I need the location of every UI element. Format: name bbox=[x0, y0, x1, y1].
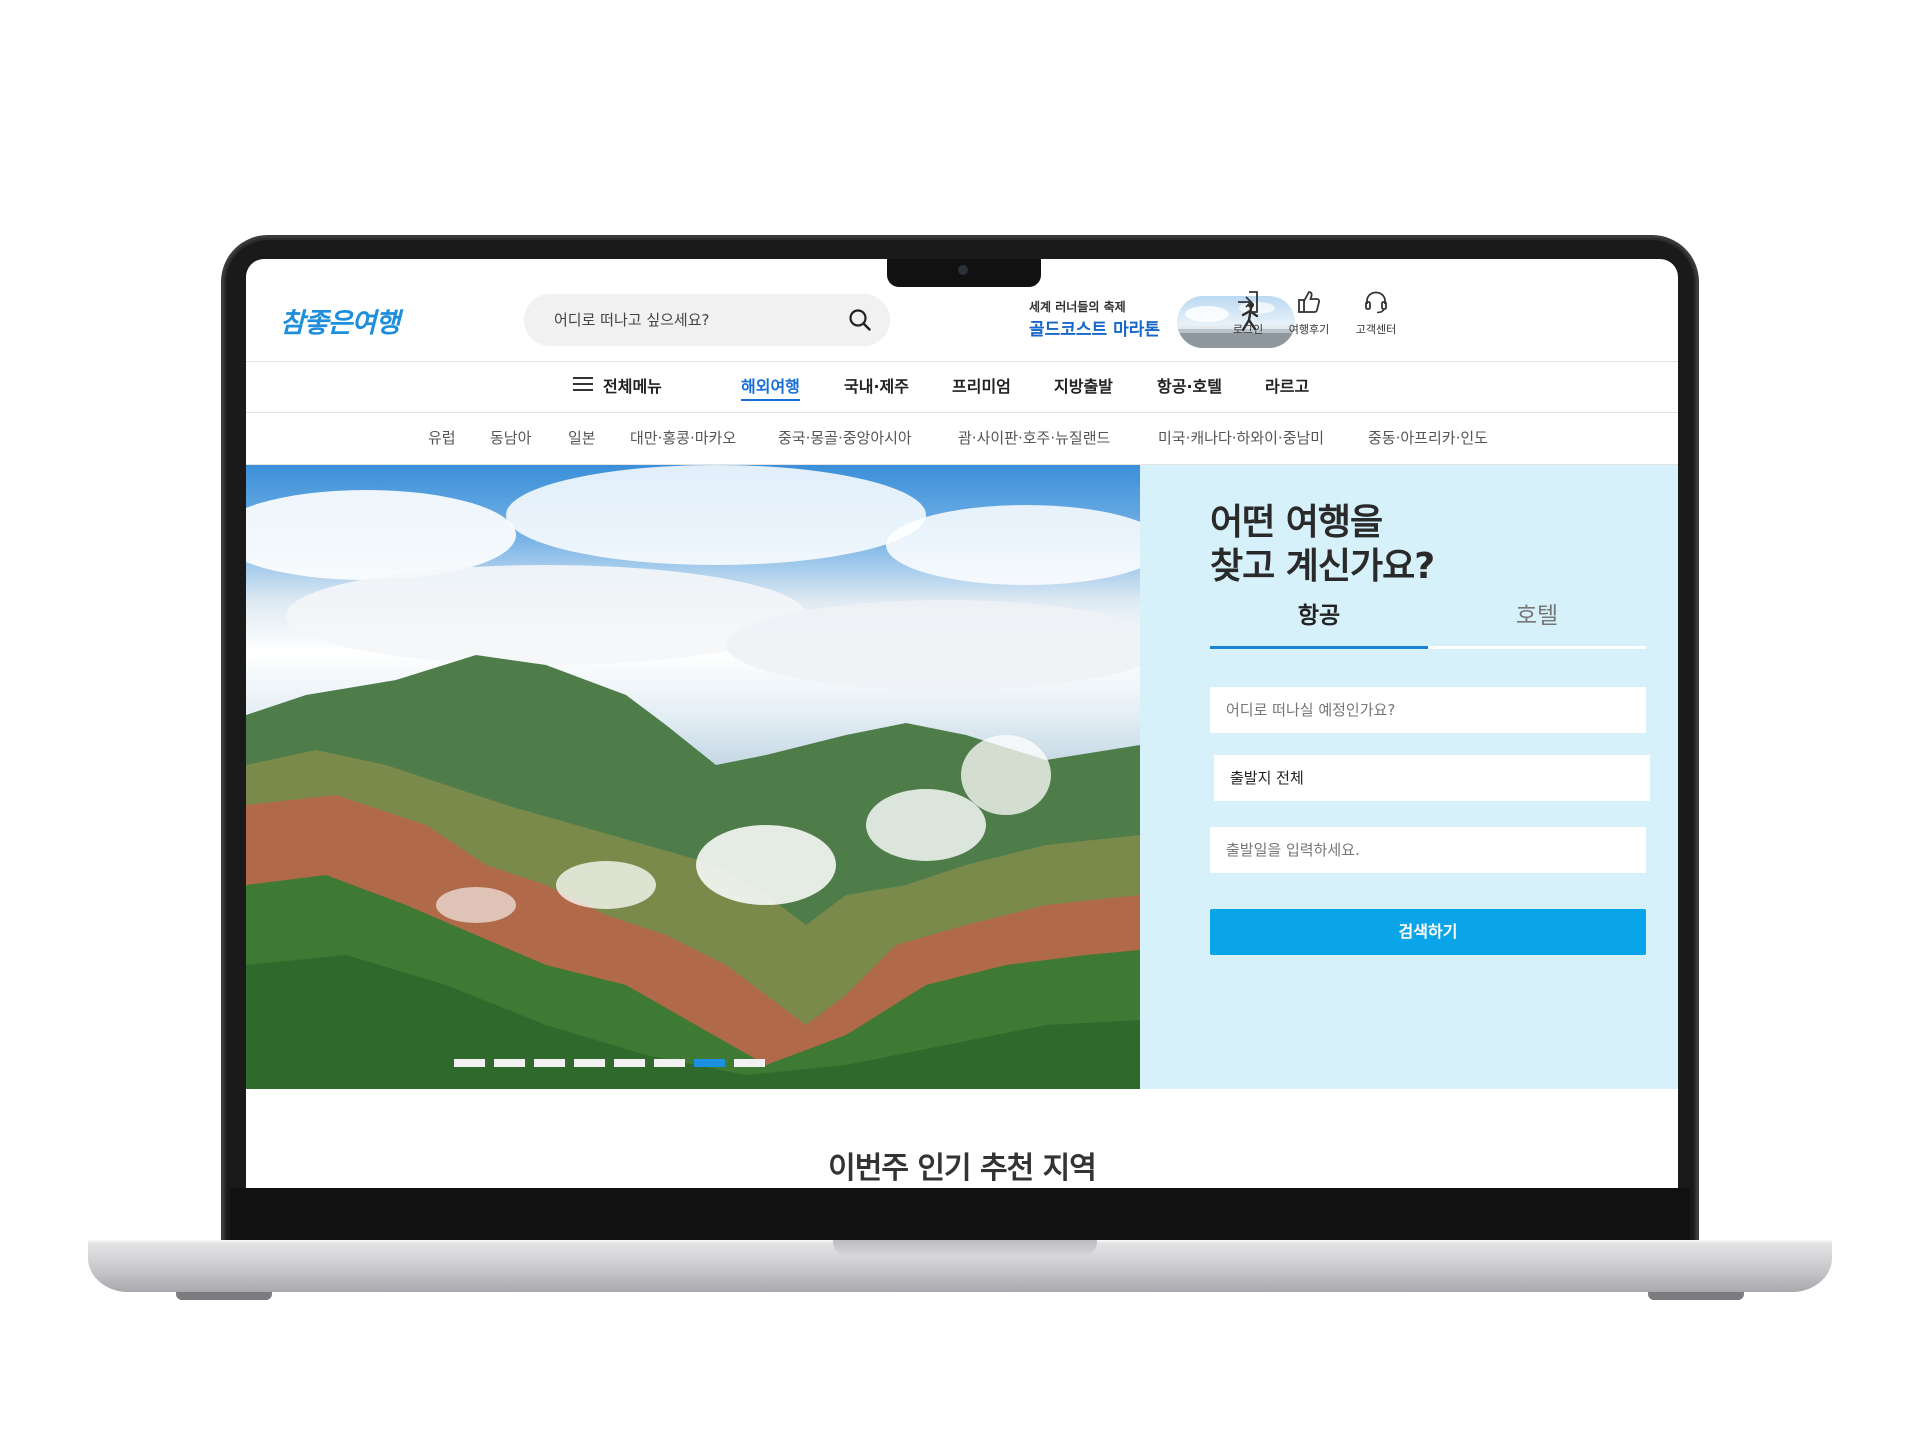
departure-date-input[interactable] bbox=[1210, 827, 1646, 873]
region-americas-hawaii[interactable]: 미국·캐나다·하와이·중남미 bbox=[1158, 413, 1324, 464]
region-southeast-asia[interactable]: 동남아 bbox=[490, 413, 531, 464]
reviews-link[interactable]: 여행후기 bbox=[1279, 287, 1339, 337]
region-middleeast-africa-india[interactable]: 중동·아프리카·인도 bbox=[1368, 413, 1488, 464]
carousel-dot[interactable] bbox=[494, 1059, 525, 1067]
tab-flight[interactable]: 항공 bbox=[1210, 599, 1428, 649]
section-title: 이번주 인기 추천 지역 bbox=[828, 1151, 1097, 1186]
carousel-dot[interactable] bbox=[534, 1059, 565, 1067]
laptop-foot-right bbox=[1648, 1292, 1744, 1300]
search-tabs: 항공 호텔 bbox=[1210, 599, 1646, 649]
laptop-foot-left bbox=[176, 1292, 272, 1300]
carousel-dot[interactable] bbox=[614, 1059, 645, 1067]
laptop-bezel-bottom bbox=[230, 1188, 1690, 1240]
nav-domestic-jeju[interactable]: 국내·제주 bbox=[844, 362, 909, 412]
all-menu-button[interactable]: 전체메뉴 bbox=[573, 362, 662, 412]
nav-overseas[interactable]: 해외여행 bbox=[741, 362, 800, 412]
nav-local-departure[interactable]: 지방출발 bbox=[1054, 362, 1113, 412]
tab-hotel[interactable]: 호텔 bbox=[1428, 599, 1646, 649]
carousel-dot[interactable] bbox=[734, 1059, 765, 1067]
login-label: 로그인 bbox=[1232, 323, 1264, 336]
region-guam-saipan-australia-nz[interactable]: 괌·사이판·호주·뉴질랜드 bbox=[958, 413, 1110, 464]
promo-subtitle: 세계 러너들의 축제 bbox=[1029, 300, 1126, 314]
search-button[interactable]: 검색하기 bbox=[1210, 909, 1646, 955]
headset-icon bbox=[1346, 287, 1406, 317]
departure-select[interactable]: 출발지 전체 bbox=[1214, 755, 1650, 801]
search-icon[interactable] bbox=[846, 306, 874, 334]
carousel-indicators bbox=[454, 1059, 765, 1067]
site-search bbox=[524, 294, 890, 346]
nav-largo[interactable]: 라르고 bbox=[1265, 362, 1309, 412]
laptop-screen: 참좋은여행 세계 러너들의 축제 골드코스트 마라톤 로그인 bbox=[246, 259, 1678, 1188]
main-nav: 전체메뉴 해외여행 국내·제주 프리미엄 지방출발 항공·호텔 라르고 bbox=[246, 362, 1678, 412]
carousel-dot[interactable] bbox=[454, 1059, 485, 1067]
region-nav: 유럽 동남아 일본 대만·홍콩·마카오 중국·몽골·중앙아시아 괌·사이판·호주… bbox=[246, 413, 1678, 464]
region-europe[interactable]: 유럽 bbox=[428, 413, 456, 464]
nav-premium[interactable]: 프리미엄 bbox=[952, 362, 1011, 412]
camera-lens bbox=[958, 265, 968, 275]
thumbs-up-icon bbox=[1279, 287, 1339, 317]
panel-title: 어떤 여행을 찾고 계신가요? bbox=[1210, 502, 1435, 587]
all-menu-label: 전체메뉴 bbox=[603, 377, 662, 396]
login-link[interactable]: 로그인 bbox=[1218, 287, 1278, 337]
login-icon bbox=[1218, 287, 1278, 317]
hero-landscape-image bbox=[246, 465, 1140, 1089]
region-china-mongolia-central-asia[interactable]: 중국·몽골·중앙아시아 bbox=[778, 413, 912, 464]
search-input[interactable] bbox=[554, 311, 846, 329]
site-logo[interactable]: 참좋은여행 bbox=[280, 301, 400, 340]
hero-banner[interactable] bbox=[246, 465, 1140, 1089]
carousel-dot[interactable] bbox=[654, 1059, 685, 1067]
destination-input[interactable] bbox=[1210, 687, 1646, 733]
carousel-dot[interactable] bbox=[574, 1059, 605, 1067]
reviews-label: 여행후기 bbox=[1288, 323, 1330, 336]
region-taiwan-hongkong-macau[interactable]: 대만·홍콩·마카오 bbox=[630, 413, 736, 464]
region-japan[interactable]: 일본 bbox=[568, 413, 596, 464]
nav-air-hotel[interactable]: 항공·호텔 bbox=[1157, 362, 1222, 412]
hamburger-icon bbox=[573, 362, 593, 412]
customer-center-link[interactable]: 고객센터 bbox=[1346, 287, 1406, 337]
customer-center-label: 고객센터 bbox=[1355, 323, 1397, 336]
promo-title: 골드코스트 마라톤 bbox=[1029, 320, 1161, 340]
trip-search-panel: 어떤 여행을 찾고 계신가요? 항공 호텔 출발지 전체 검색하기 bbox=[1140, 465, 1678, 1089]
laptop-opening-notch bbox=[833, 1240, 1097, 1256]
carousel-dot-active[interactable] bbox=[694, 1059, 725, 1067]
